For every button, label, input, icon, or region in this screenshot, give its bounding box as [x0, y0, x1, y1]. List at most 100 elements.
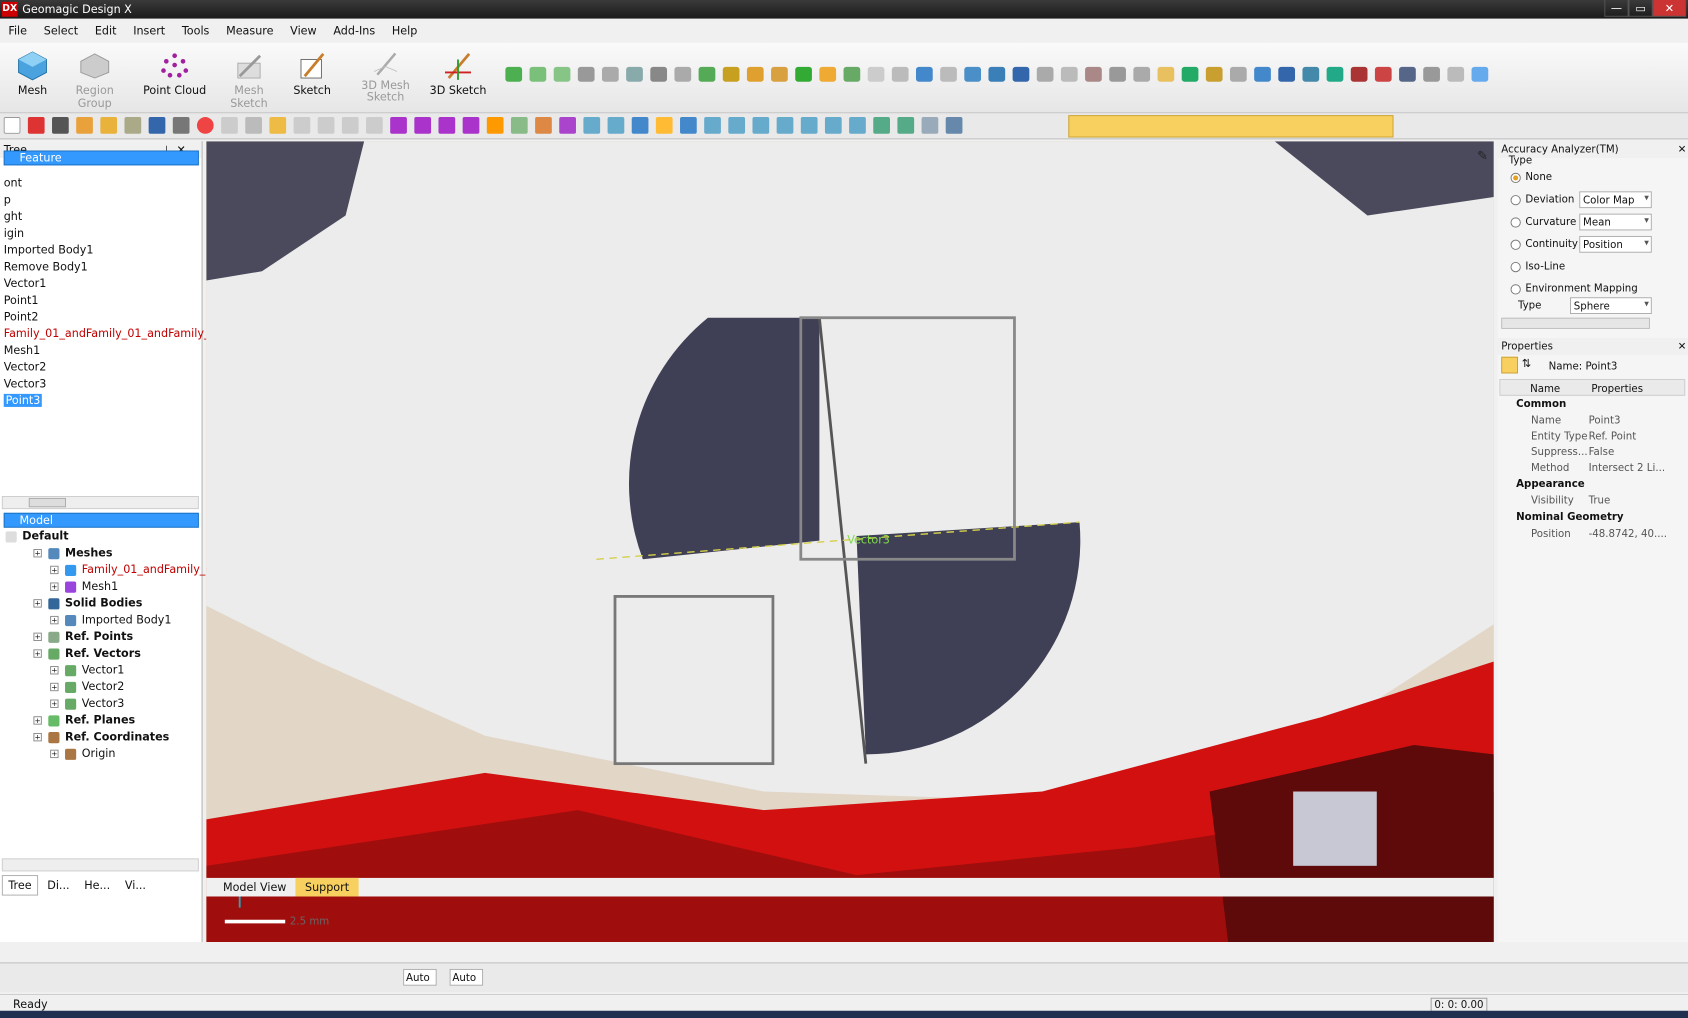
feature-item[interactable]: Vector3 [4, 377, 47, 390]
model-viewport[interactable]: Vector3 2.5 mm ✎ [206, 141, 1494, 943]
expand-toggle[interactable]: + [50, 565, 59, 575]
view2-icon[interactable] [245, 117, 262, 134]
undo-icon[interactable] [148, 117, 166, 134]
chamfer-icon[interactable] [819, 66, 837, 82]
replace-icon[interactable] [1181, 66, 1199, 82]
menu-edit[interactable]: Edit [87, 21, 125, 37]
light-icon[interactable] [269, 117, 287, 134]
model-tree-item[interactable]: Family_01_andFamily_( [82, 563, 210, 576]
deviation-dropdown[interactable]: Color Map [1579, 191, 1652, 209]
expand-toggle[interactable]: + [33, 632, 42, 642]
select-all-icon[interactable] [559, 117, 576, 134]
expand-toggle[interactable]: + [50, 699, 59, 708]
shell-icon[interactable] [843, 66, 861, 82]
copy-icon[interactable] [1036, 66, 1054, 82]
sphere-icon[interactable] [988, 66, 1006, 82]
visibility-toolbar[interactable] [1068, 115, 1394, 138]
property-value[interactable]: Intersect 2 Li... [1589, 462, 1666, 474]
folder-icon[interactable] [100, 117, 118, 134]
feature-item[interactable]: igin [4, 227, 24, 240]
expand-toggle[interactable]: + [50, 682, 59, 692]
restore-button[interactable]: ▭ [1628, 0, 1653, 17]
expand-toggle[interactable]: + [33, 549, 42, 558]
feature-item[interactable]: Point2 [4, 310, 39, 323]
expand-toggle[interactable]: + [50, 582, 59, 591]
continuity-dropdown[interactable]: Position [1579, 235, 1652, 253]
properties-close-icon[interactable]: ✕ [1678, 340, 1687, 352]
feature-item[interactable]: Vector1 [4, 277, 47, 290]
loft-icon[interactable] [650, 66, 668, 82]
body-icon[interactable] [1012, 66, 1030, 82]
trim-icon[interactable] [1205, 66, 1223, 82]
property-section[interactable]: Appearance [1499, 478, 1685, 495]
wire-icon[interactable] [680, 117, 697, 134]
feature-item[interactable]: Point3 [3, 393, 43, 407]
menu-addins[interactable]: Add-Ins [325, 21, 383, 37]
zoom-out-icon[interactable] [317, 117, 335, 134]
model-tree-item[interactable]: Vector3 [82, 697, 125, 710]
expand-toggle[interactable]: + [33, 649, 42, 658]
redo-icon[interactable] [172, 117, 190, 134]
thicken-icon[interactable] [1157, 66, 1175, 82]
property-value[interactable]: Ref. Point [1589, 430, 1637, 442]
options-icon[interactable] [124, 117, 142, 134]
add-icon[interactable] [1326, 66, 1344, 82]
scan-icon[interactable] [1447, 66, 1465, 82]
model-tree-item[interactable]: Vector2 [82, 680, 125, 693]
feature-item[interactable]: p [4, 193, 11, 206]
close-button[interactable]: ✕ [1652, 0, 1687, 17]
property-value[interactable]: False [1589, 446, 1615, 458]
iso-view-icon[interactable] [583, 117, 601, 134]
model-tree-item[interactable]: Default [22, 530, 68, 543]
surface-icon[interactable] [698, 66, 716, 82]
shaded-edges-icon[interactable] [655, 117, 673, 134]
front-view-icon[interactable] [607, 117, 625, 134]
right-view-icon[interactable] [776, 117, 794, 134]
feature-item[interactable]: ont [4, 177, 22, 190]
plane-icon[interactable] [505, 66, 523, 82]
boolean-icon[interactable] [867, 66, 885, 82]
extrude-icon[interactable] [577, 66, 595, 82]
point-cloud-button[interactable]: Point Cloud [141, 46, 208, 111]
menu-help[interactable]: Help [384, 21, 426, 37]
accuracy-close-icon[interactable]: ✕ [1678, 143, 1687, 155]
feature-item[interactable]: Imported Body1 [4, 243, 94, 256]
import-icon[interactable] [27, 117, 45, 134]
top-view-icon[interactable] [704, 117, 721, 134]
menu-tools[interactable]: Tools [174, 21, 218, 37]
bottom-view-icon[interactable] [728, 117, 746, 134]
property-value[interactable]: -48.8742, 40.... [1589, 528, 1667, 540]
mirror-icon[interactable] [1374, 66, 1392, 82]
split-icon[interactable] [891, 66, 909, 82]
model-tree-item[interactable]: Origin [82, 747, 116, 760]
tree-hscrollbar[interactable] [1, 496, 199, 510]
feature-item[interactable]: Family_01_andFamily_01_andFamily_( [4, 327, 214, 340]
sort-icon[interactable]: ⇅ [1522, 357, 1531, 370]
expand-toggle[interactable]: + [50, 615, 59, 625]
mesh-sketch-button[interactable]: Mesh Sketch [216, 46, 283, 111]
feature-item[interactable]: Vector2 [4, 360, 47, 373]
model-hscrollbar[interactable] [1, 858, 199, 872]
shaded-icon[interactable] [631, 117, 649, 134]
select-diamond-icon[interactable] [414, 117, 432, 134]
select-body-icon[interactable] [535, 117, 552, 134]
section-icon[interactable] [849, 117, 866, 134]
property-section[interactable]: Common [1499, 398, 1685, 415]
select-points-icon[interactable] [390, 117, 407, 134]
axis-icon[interactable] [945, 117, 963, 134]
tab-display[interactable]: Di... [42, 876, 75, 895]
model-tree-item[interactable]: Ref. Points [65, 630, 133, 643]
cone-icon[interactable] [746, 66, 764, 82]
tab-view[interactable]: Vi... [119, 876, 151, 895]
move-icon[interactable] [1085, 66, 1102, 82]
offset-icon[interactable] [1133, 66, 1151, 82]
model-header[interactable]: Model [3, 512, 199, 528]
point-icon[interactable] [553, 66, 571, 82]
delete-icon[interactable] [1350, 66, 1368, 82]
property-value[interactable]: True [1589, 494, 1611, 506]
subtract-icon[interactable] [1302, 66, 1320, 82]
tab-tree[interactable]: Tree [1, 875, 39, 896]
3d-mesh-sketch-button[interactable]: 3D Mesh Sketch [357, 46, 415, 111]
select-diamond3-icon[interactable] [462, 117, 480, 134]
expand-toggle[interactable]: + [33, 599, 42, 608]
